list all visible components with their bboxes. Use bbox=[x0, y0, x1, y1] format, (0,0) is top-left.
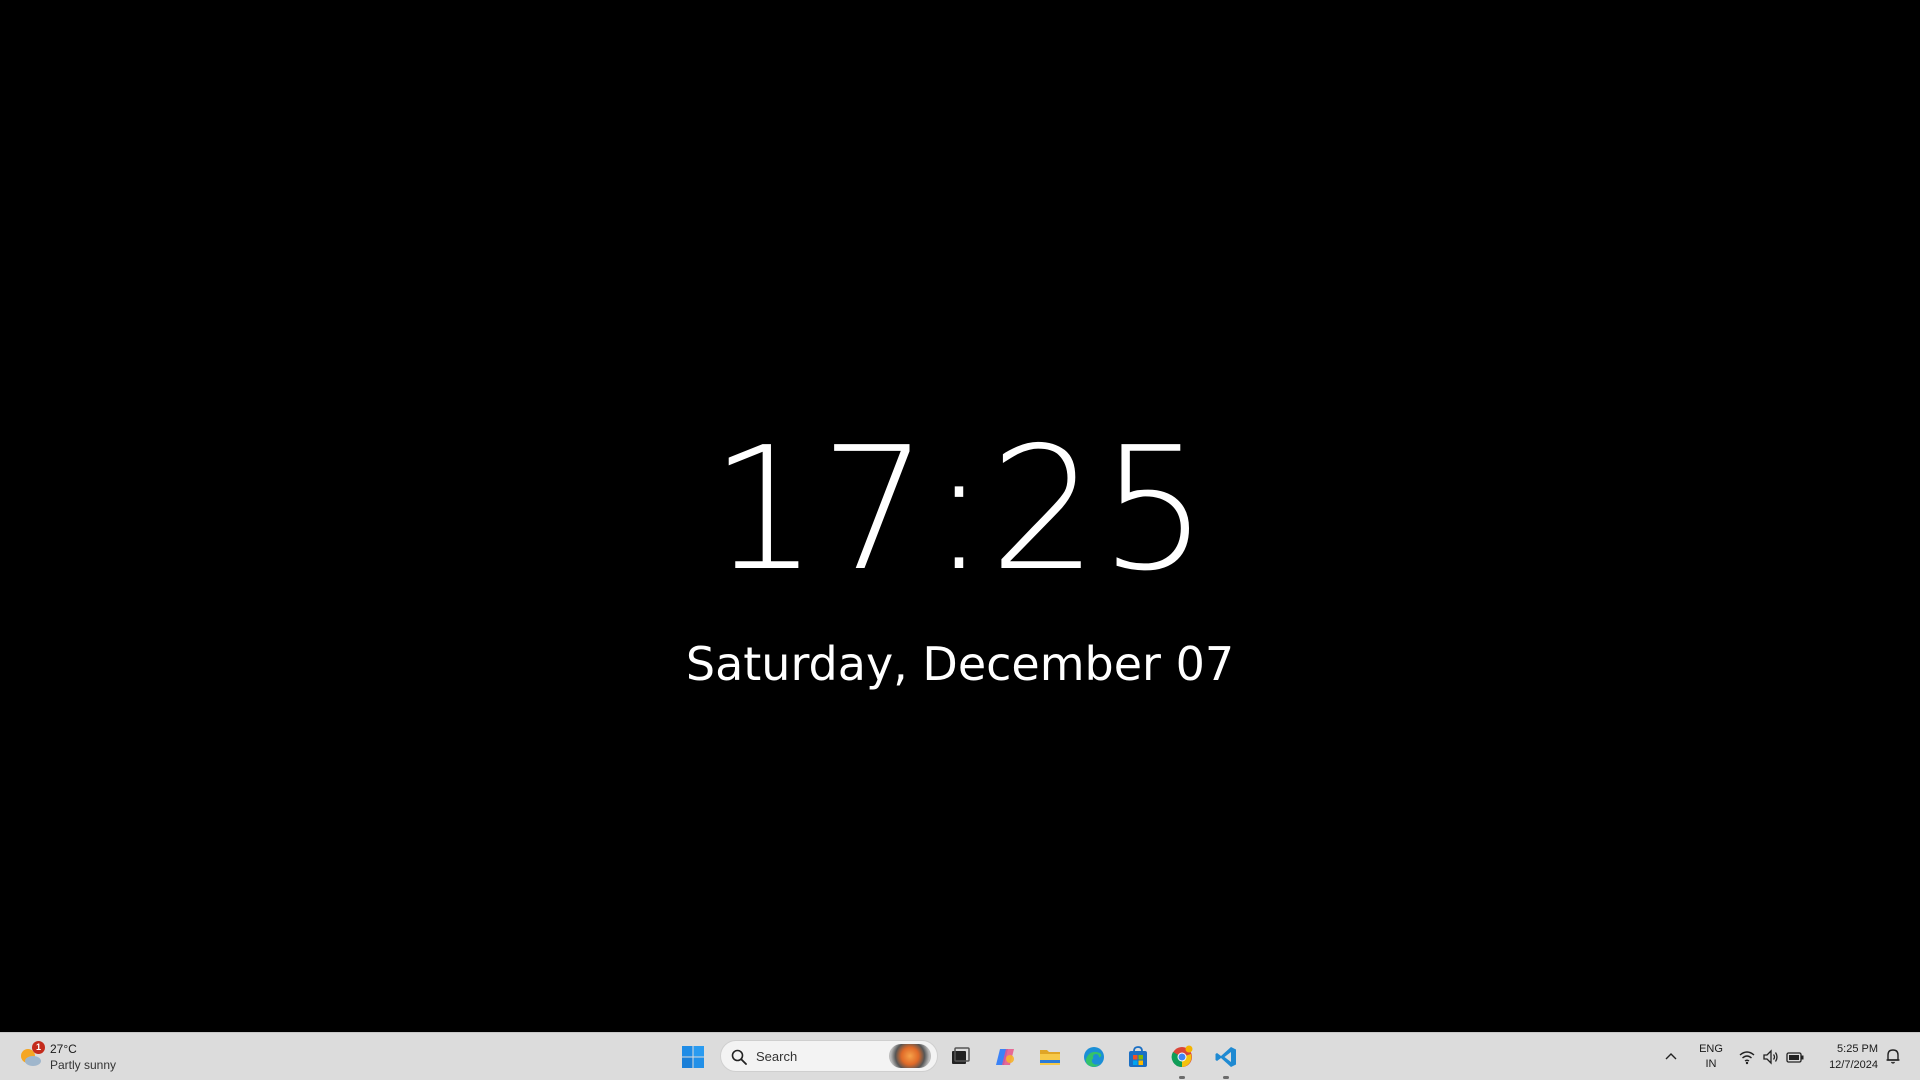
weather-badge: 1 bbox=[32, 1041, 45, 1054]
weather-temperature: 27°C bbox=[50, 1042, 77, 1056]
copilot-icon bbox=[996, 1049, 1014, 1065]
chevron-up-icon[interactable] bbox=[1663, 1049, 1679, 1065]
store-button[interactable] bbox=[1122, 1041, 1154, 1073]
lockscreen-date: Saturday, December 07 bbox=[685, 637, 1235, 691]
taskbar: 1 27°C Partly sunny Search ENG IN 5:25 P… bbox=[0, 1032, 1920, 1080]
language-indicator[interactable]: ENG IN bbox=[1696, 1042, 1726, 1072]
edge-button[interactable] bbox=[1078, 1041, 1110, 1073]
wifi-icon[interactable] bbox=[1738, 1048, 1756, 1066]
lock-screen: 17:25 Saturday, December 07 bbox=[0, 0, 1920, 1032]
notification-bell-icon[interactable] bbox=[1884, 1047, 1902, 1065]
task-view-button[interactable] bbox=[944, 1041, 976, 1073]
system-date: 12/7/2024 bbox=[1829, 1059, 1878, 1071]
lockscreen-clock: 17:25 bbox=[710, 411, 1210, 609]
battery-icon[interactable] bbox=[1786, 1048, 1804, 1066]
file-explorer-button[interactable] bbox=[1034, 1041, 1066, 1073]
store-icon bbox=[1129, 1046, 1147, 1067]
running-indicator bbox=[1223, 1076, 1229, 1079]
search-label: Search bbox=[756, 1049, 798, 1064]
running-indicator bbox=[1179, 1076, 1185, 1079]
folder-icon bbox=[1040, 1050, 1060, 1065]
copilot-button[interactable] bbox=[990, 1041, 1022, 1073]
language-region: IN bbox=[1705, 1058, 1717, 1070]
weather-condition: Partly sunny bbox=[50, 1058, 117, 1072]
vscode-icon bbox=[1215, 1047, 1236, 1067]
system-time: 5:25 PM bbox=[1837, 1043, 1878, 1055]
chrome-button[interactable] bbox=[1166, 1041, 1198, 1079]
weather-widget[interactable]: 1 27°C Partly sunny bbox=[16, 1039, 156, 1075]
edge-icon bbox=[1084, 1047, 1104, 1067]
taskbar-search-box[interactable]: Search bbox=[720, 1040, 938, 1072]
task-view-icon bbox=[952, 1047, 970, 1064]
volume-icon[interactable] bbox=[1762, 1048, 1780, 1066]
search-icon bbox=[731, 1049, 747, 1065]
chrome-icon bbox=[1171, 1045, 1193, 1068]
vscode-button[interactable] bbox=[1210, 1041, 1242, 1079]
system-clock[interactable]: 5:25 PM 12/7/2024 bbox=[1812, 1041, 1878, 1073]
search-highlight-image bbox=[889, 1044, 931, 1068]
language-code: ENG bbox=[1699, 1043, 1723, 1055]
start-button[interactable] bbox=[681, 1045, 705, 1069]
windows-start-icon bbox=[682, 1046, 704, 1068]
